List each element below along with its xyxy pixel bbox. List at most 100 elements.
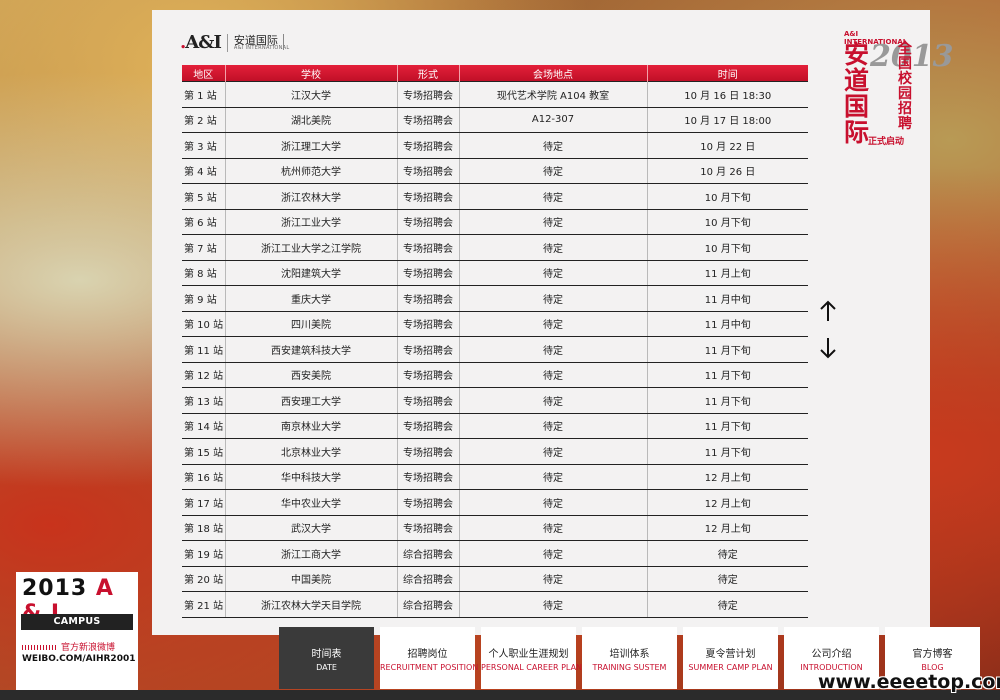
- nav-item-date[interactable]: 时间表 DATE: [279, 627, 374, 689]
- table-row: 第 9 站重庆大学 专场招聘会 待定 11 月中旬: [182, 285, 808, 312]
- nav-item-personal-career-plan[interactable]: 个人职业生涯规划 PERSONAL CAREER PLAN: [481, 627, 583, 689]
- cell-region: 第 14 站: [182, 413, 226, 439]
- col-header-format: 形式: [397, 65, 460, 82]
- nav-item-training-sustem[interactable]: 培训体系 TRAINING SUSTEM: [582, 627, 677, 689]
- table-row: 第 7 站浙江工业大学之江学院 专场招聘会 待定 10 月下旬: [182, 234, 808, 261]
- cell-format: 专场招聘会: [397, 413, 460, 439]
- table-row: 第 17 站华中农业大学 专场招聘会 待定 12 月上旬: [182, 489, 808, 516]
- logo: .A&I 安道国际 A&I INTERNATIONAL: [180, 32, 290, 53]
- cell-school: 西安建筑科技大学: [225, 336, 398, 363]
- cell-venue: 待定: [459, 515, 648, 541]
- scroll-up-button[interactable]: [818, 300, 838, 322]
- nav-label-en: SUMMER CAMP PLAN: [688, 662, 773, 672]
- cell-time: 12 月上旬: [647, 489, 808, 516]
- cell-region: 第 10 站: [182, 311, 226, 337]
- cell-region: 第 17 站: [182, 489, 226, 516]
- logo-line: [283, 34, 284, 50]
- cell-school: 浙江工业大学之江学院: [225, 234, 398, 261]
- cell-venue: 待定: [459, 209, 648, 235]
- cell-time: 10 月下旬: [647, 183, 808, 210]
- cell-format: 专场招聘会: [397, 209, 460, 235]
- corner-year: 2013: [22, 576, 88, 601]
- cell-format: 专场招聘会: [397, 362, 460, 388]
- cell-venue: 待定: [459, 285, 648, 312]
- cell-region: 第 2 站: [182, 107, 226, 133]
- col-header-time: 时间: [647, 65, 808, 82]
- cell-format: 专场招聘会: [397, 107, 460, 133]
- cell-venue: 待定: [459, 234, 648, 261]
- table-row: 第 21 站浙江农林大学天目学院 综合招聘会 待定 待定: [182, 591, 808, 618]
- nav-item-summer-camp-plan[interactable]: 夏令营计划 SUMMER CAMP PLAN: [683, 627, 778, 689]
- cell-format: 综合招聘会: [397, 591, 460, 618]
- cell-school: 浙江理工大学: [225, 132, 398, 159]
- nav-label-en: TRAINING SUSTEM: [592, 662, 667, 672]
- cell-region: 第 16 站: [182, 464, 226, 490]
- campaign-badge: A&I INTERNATIONAL 安道国际 2013 全国校园招聘 正式启动: [840, 30, 954, 160]
- nav-label-cn: 公司介绍: [811, 648, 852, 660]
- cell-school: 北京林业大学: [225, 438, 398, 465]
- cell-time: 11 月下旬: [647, 438, 808, 465]
- table-row: 第 20 站中国美院 综合招聘会 待定 待定: [182, 566, 808, 592]
- nav-label-cn: 夏令营计划: [705, 648, 756, 660]
- scroll-down-button[interactable]: [818, 337, 838, 359]
- cell-region: 第 3 站: [182, 132, 226, 159]
- arrow-down-icon: [820, 338, 836, 359]
- cell-region: 第 13 站: [182, 387, 226, 414]
- cell-venue: 待定: [459, 132, 648, 159]
- cell-format: 专场招聘会: [397, 260, 460, 286]
- cell-time: 11 月下旬: [647, 336, 808, 363]
- cell-region: 第 9 站: [182, 285, 226, 312]
- cell-time: 11 月下旬: [647, 413, 808, 439]
- cell-format: 综合招聘会: [397, 540, 460, 567]
- nav-label-en: PERSONAL CAREER PLAN: [481, 662, 583, 672]
- cell-venue: 待定: [459, 438, 648, 465]
- campus-recruiting-card: 2013 A & I CAMPUS RECRUITING 官方新浪微博 WEIB…: [16, 572, 138, 690]
- nav-label-cn: 个人职业生涯规划: [488, 648, 569, 660]
- cell-region: 第 1 站: [182, 81, 226, 108]
- table-header-row: 地区 学校 形式 会场地点 时间: [182, 65, 808, 82]
- cell-format: 专场招聘会: [397, 132, 460, 159]
- table-row: 第 2 站湖北美院 专场招聘会 A12-307 10 月 17 日 18:00: [182, 107, 808, 133]
- cell-time: 10 月 22 日: [647, 132, 808, 159]
- cell-time: 10 月 26 日: [647, 158, 808, 184]
- table-row: 第 6 站浙江工业大学 专场招聘会 待定 10 月下旬: [182, 209, 808, 235]
- nav-label-cn: 招聘岗位: [407, 648, 448, 660]
- cell-school: 四川美院: [225, 311, 398, 337]
- cell-school: 西安理工大学: [225, 387, 398, 414]
- cell-time: 10 月 17 日 18:00: [647, 107, 808, 133]
- cell-time: 11 月中旬: [647, 311, 808, 337]
- cell-school: 南京林业大学: [225, 413, 398, 439]
- cell-school: 武汉大学: [225, 515, 398, 541]
- campus-label: CAMPUS RECRUITING: [21, 614, 133, 643]
- cell-time: 11 月下旬: [647, 387, 808, 414]
- cell-school: 沈阳建筑大学: [225, 260, 398, 286]
- logo-name-en: A&I INTERNATIONAL: [233, 44, 290, 51]
- cell-school: 重庆大学: [225, 285, 398, 312]
- table-row: 第 13 站西安理工大学 专场招聘会 待定 11 月下旬: [182, 387, 808, 414]
- cell-venue: 待定: [459, 540, 648, 567]
- schedule-table: 地区 学校 形式 会场地点 时间 第 1 站江汉大学 专场招聘会 现代艺术学院 A1…: [182, 65, 808, 618]
- cell-format: 专场招聘会: [397, 489, 460, 516]
- nav-label-cn: 官方博客: [912, 648, 953, 660]
- cell-region: 第 15 站: [182, 438, 226, 465]
- weibo-link[interactable]: WEIBO.COM/AIHR2001: [22, 654, 135, 664]
- badge-launch: 正式启动: [868, 137, 905, 147]
- table-row: 第 8 站沈阳建筑大学 专场招聘会 待定 11 月上旬: [182, 260, 808, 286]
- cell-time: 11 月中旬: [647, 285, 808, 312]
- cell-venue: 待定: [459, 260, 648, 286]
- badge-year: 2013: [870, 39, 954, 74]
- cell-region: 第 7 站: [182, 234, 226, 261]
- badge-cn: 安道国际: [844, 40, 870, 147]
- cell-venue: 待定: [459, 311, 648, 337]
- col-header-region: 地区: [182, 65, 226, 82]
- cell-time: 10 月下旬: [647, 234, 808, 261]
- cell-venue: 待定: [459, 591, 648, 618]
- cell-format: 专场招聘会: [397, 234, 460, 261]
- cell-venue: 待定: [459, 362, 648, 388]
- cell-school: 华中科技大学: [225, 464, 398, 490]
- cell-region: 第 12 站: [182, 362, 226, 388]
- nav-item-recruitment-position[interactable]: 招聘岗位 RECRUITMENT POSITION: [380, 627, 478, 689]
- cell-format: 专场招聘会: [397, 158, 460, 184]
- table-row: 第 11 站西安建筑科技大学 专场招聘会 待定 11 月下旬: [182, 336, 808, 363]
- table-row: 第 18 站武汉大学 专场招聘会 待定 12 月上旬: [182, 515, 808, 541]
